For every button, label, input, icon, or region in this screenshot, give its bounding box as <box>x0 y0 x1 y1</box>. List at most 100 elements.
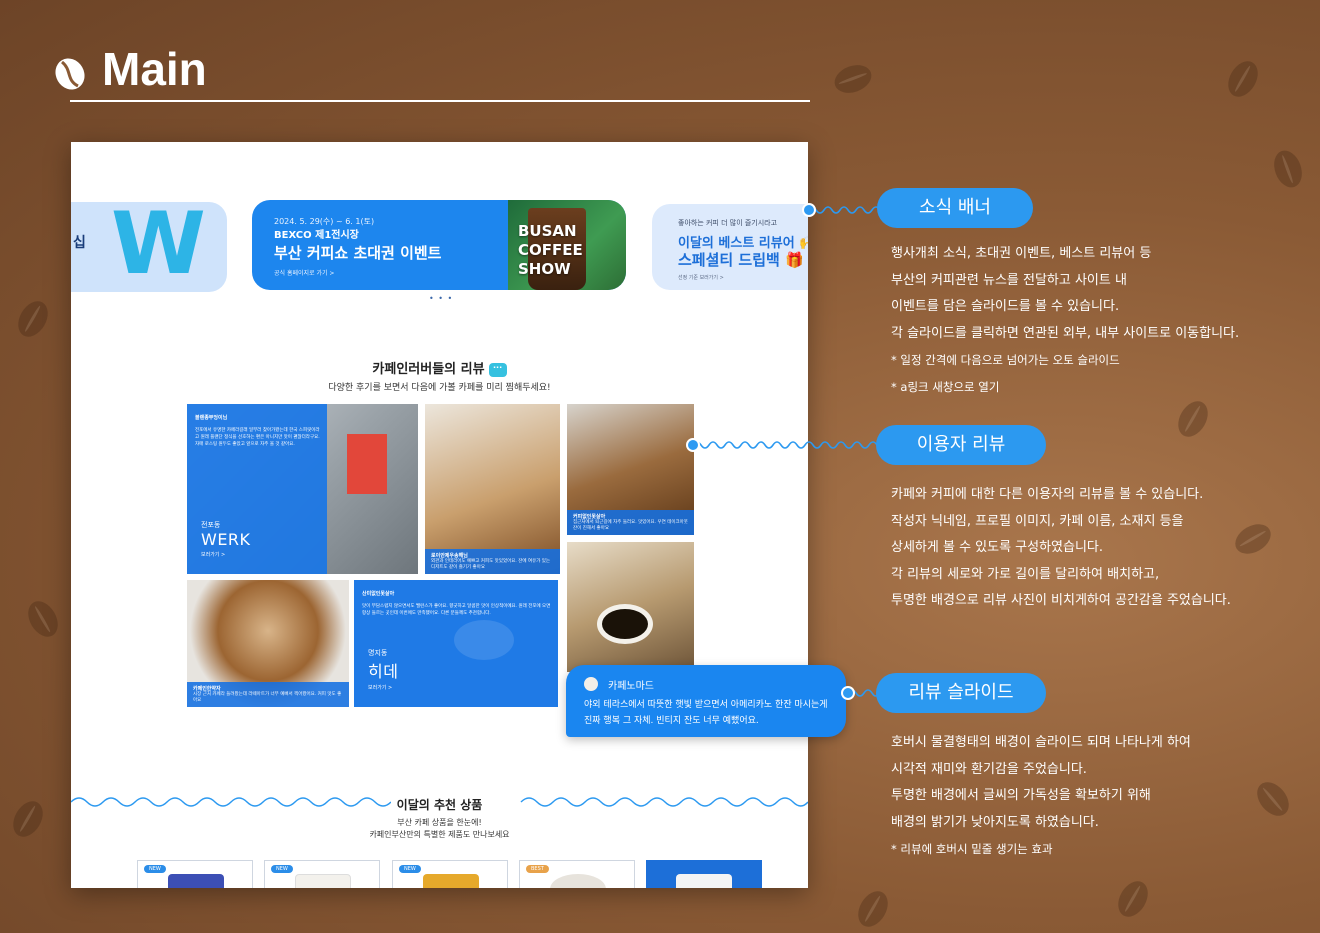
photo-detail <box>347 434 387 494</box>
review-card-latte[interactable]: 카페인한약자 시장 근처 카페라 들려봤는데 라떼아트가 너무 예뻐서 찍어봤어… <box>187 580 349 707</box>
reviewer-nickname: 산미없인못살아 <box>362 591 395 597</box>
product-thumbnail <box>423 874 479 888</box>
review-strip: 커피없인못살아 집근처에서 퇴근길에 자주 들러요. 맛있어요. 우연 테이크아… <box>567 510 694 535</box>
card-content: 산미없인못살아 맛이 부담스럽지 않으면서도 밸런스가 좋아요. 향긋하고 달콤… <box>362 590 552 617</box>
review-strip: 카페인한약자 시장 근처 카페라 들려봤는데 라떼아트가 너무 예뻐서 찍어봤어… <box>187 682 349 707</box>
desc-line: 상세하게 볼 수 있도록 구성하였습니다. <box>891 540 1104 555</box>
busan-coffee-show-logo: BUSAN COFFEE SHOW <box>518 222 583 278</box>
banner-place: BEXCO 제1전시장 <box>274 230 359 241</box>
review-text: 집근처에서 퇴근길에 자주 들러요. 맛있어요. 우연 테이크아웃 잔이 진해서… <box>573 520 688 531</box>
reviews-title: 카페인러버들의 리뷰 ··· <box>71 358 808 377</box>
review-card-photo-2[interactable]: 로이안제우송해님 외관과 인테리어도 예쁘고 커피도 맛있었어요. 잔에 여유가… <box>425 404 560 574</box>
banner-headline-2: 스페셜티 드립백 🎁 <box>678 251 804 269</box>
banner-slide-coffee-show[interactable]: 2024. 5. 29(수) ~ 6. 1(토) BEXCO 제1전시장 부산 … <box>252 200 626 290</box>
product-badge: NEW <box>271 865 293 873</box>
review-card-photo-hover[interactable] <box>567 542 694 672</box>
cafe-location: 명지동 <box>368 649 388 657</box>
desc-line: 카페와 커피에 대한 다른 이용자의 리뷰를 볼 수 있습니다. <box>891 487 1204 502</box>
review-text: 시장 근처 카페라 들려봤는데 라떼아트가 너무 예뻐서 찍어봤어요. 커피 맛… <box>193 692 342 703</box>
cafe-name: WERK <box>201 530 251 549</box>
view-more-link[interactable]: 보러가기 > <box>201 551 251 558</box>
connector-dot <box>802 203 816 217</box>
connector-wave <box>808 206 880 214</box>
coffee-bean-icon <box>55 58 85 90</box>
reviewer-nickname: 카페노마드 <box>608 681 654 692</box>
review-strip: 로이안제우송해님 외관과 인테리어도 예쁘고 커피도 맛있었어요. 잔에 여유가… <box>425 549 560 574</box>
page-title: Main <box>102 43 207 95</box>
product-card[interactable]: NEW <box>392 860 508 888</box>
main-page-mockup: 십 W 2024. 5. 29(수) ~ 6. 1(토) BEXCO 제1전시장… <box>71 142 808 888</box>
annotation-label-review: 이용자 리뷰 <box>876 425 1046 465</box>
product-card[interactable]: NEW <box>137 860 253 888</box>
product-thumbnail <box>550 874 606 888</box>
reviews-subtitle: 다양한 후기를 보면서 다음에 가볼 카페를 미리 찜해두세요! <box>328 383 551 393</box>
product-card[interactable] <box>646 860 762 888</box>
annotation-label-banner: 소식 배너 <box>877 188 1033 228</box>
banner-headline: 부산 커피쇼 초대권 이벤트 <box>274 244 442 262</box>
desc-note: * 리뷰에 호버시 밑줄 생기는 효과 <box>891 842 1053 856</box>
banner-big-letter: W <box>111 202 206 292</box>
annotation-desc-slide: 호버시 물결형태의 배경이 슬라이드 되며 나타나게 하여 시각적 재미와 환기… <box>891 730 1191 863</box>
desc-line: 각 슬라이드를 클릭하면 연관된 외부, 내부 사이트로 이동합니다. <box>891 325 1240 341</box>
product-badge: NEW <box>144 865 166 873</box>
desc-line: 투명한 배경으로 리뷰 사진이 비치게하여 공간감을 주었습니다. <box>891 593 1231 608</box>
product-thumbnail <box>295 874 351 888</box>
reviewer-nickname: 커피없인못살아 <box>573 514 606 520</box>
reviewer-nickname: 로이안제우송해님 <box>431 553 468 559</box>
recommend-subtitle-2: 카페인부산만의 특별한 제품도 만나보세요 <box>369 830 510 839</box>
view-more-link[interactable]: 보러가기 > <box>368 684 398 691</box>
title-underline <box>70 100 810 102</box>
annotation-label-slide: 리뷰 슬라이드 <box>876 673 1046 713</box>
review-text: 맛이 부담스럽지 않으면서도 밸런스가 좋아요. 향긋하고 달콤한 맛이 인상적… <box>362 604 551 616</box>
desc-line: 각 리뷰의 세로와 가로 길이를 달리하여 배치하고, <box>891 566 1160 582</box>
desc-line: 투명한 배경에서 글씨의 가독성을 확보하기 위해 <box>891 788 1151 803</box>
card-content: 블렌종부엉이님 전포에서 유명한 카페라길래 일부러 찾아가봤는데 한국 스피릿… <box>195 414 321 448</box>
banner-side-text: 십 <box>73 235 86 251</box>
banner-slide-left[interactable]: 십 W <box>71 202 227 292</box>
product-card[interactable]: NEW <box>264 860 380 888</box>
review-text: 야외 테라스에서 따뜻한 햇빛 받으면서 아메리카노 한잔 마시는게 진짜 행복… <box>584 700 828 726</box>
product-thumbnail <box>168 874 224 888</box>
desc-note: * 일정 간격에 다음으로 넘어가는 오토 슬라이드 <box>891 353 1120 367</box>
slider-pagination[interactable]: • • • <box>429 294 453 303</box>
coffee-cup-image <box>597 604 653 644</box>
cafe-name: 히데 <box>368 662 399 681</box>
banner-link[interactable]: 공식 홈페이지로 가기 > <box>274 268 334 277</box>
recommend-title: 이달의 추천 상품 <box>71 796 808 813</box>
chat-bubble-icon: ··· <box>488 362 507 377</box>
cafe-location: 전포동 <box>201 521 221 529</box>
product-badge: NEW <box>399 865 421 873</box>
product-card[interactable]: BEST <box>519 860 635 888</box>
paint-splash <box>454 620 514 660</box>
desc-line: 부산의 커피관련 뉴스를 전달하고 사이트 내 <box>891 272 1127 288</box>
cafe-info: 전포동 WERK 보러가기 > <box>201 520 251 558</box>
banner-link[interactable]: 선정 기준 보러가기 > <box>678 274 724 281</box>
product-thumbnail <box>676 874 732 888</box>
review-card-photo-3[interactable]: 커피없인못살아 집근처에서 퇴근길에 자주 들러요. 맛있어요. 우연 테이크아… <box>567 404 694 535</box>
banner-slide-best-reviewer[interactable]: 좋아하는 커피 더 많이 즐기시라고 이달의 베스트 리뷰어 🙌 스페셜티 드립… <box>652 204 808 290</box>
annotation-desc-banner: 행사개최 소식, 초대권 이벤트, 베스트 리뷰어 등 부산의 커피관련 뉴스를… <box>891 241 1239 400</box>
desc-line: 행사개최 소식, 초대권 이벤트, 베스트 리뷰어 등 <box>891 246 1152 261</box>
desc-line: 작성자 닉네임, 프로필 이미지, 카페 이름, 소재지 등을 <box>891 513 1184 529</box>
desc-line: 시각적 재미와 환기감을 주었습니다. <box>891 761 1087 777</box>
connector-wave <box>693 441 877 449</box>
reviews-title-text: 카페인러버들의 리뷰 <box>372 362 485 377</box>
recommend-title-text: 이달의 추천 상품 <box>390 798 489 812</box>
recommend-subtitle-1: 부산 카페 상품을 한눈에! <box>397 818 482 827</box>
reviewer-nickname: 블렌종부엉이님 <box>195 415 228 421</box>
desc-line: 배경의 밝기가 낮아지도록 하였습니다. <box>891 814 1099 830</box>
desc-note: * a링크 새창으로 열기 <box>891 379 1000 394</box>
avatar <box>584 677 598 691</box>
desc-line: 이벤트를 담은 슬라이드를 볼 수 있습니다. <box>891 299 1120 314</box>
annotation-desc-review: 카페와 커피에 대한 다른 이용자의 리뷰를 볼 수 있습니다. 작성자 닉네임… <box>891 482 1231 615</box>
review-card-werk[interactable]: 블렌종부엉이님 전포에서 유명한 카페라길래 일부러 찾아가봤는데 한국 스피릿… <box>187 404 418 574</box>
connector-dot <box>841 686 855 700</box>
banner-kicker: 좋아하는 커피 더 많이 즐기시라고 <box>678 219 778 227</box>
review-hover-card[interactable]: 카페노마드 야외 테라스에서 따뜻한 햇빛 받으면서 아메리카노 한잔 마시는게… <box>566 665 846 737</box>
review-text: 전포에서 유명한 카페라길래 일부러 찾아가봤는데 한국 스피릿이라고 원래 플… <box>195 428 320 447</box>
review-card-hide[interactable]: 산미없인못살아 맛이 부담스럽지 않으면서도 밸런스가 좋아요. 향긋하고 달콤… <box>354 580 558 707</box>
desc-line: 호버시 물결형태의 배경이 슬라이드 되며 나타나게 하여 <box>891 735 1191 750</box>
cafe-info: 명지동 히데 보러가기 > <box>368 648 398 691</box>
reviewer-nickname: 카페인한약자 <box>193 686 221 692</box>
product-badge: BEST <box>526 865 549 873</box>
